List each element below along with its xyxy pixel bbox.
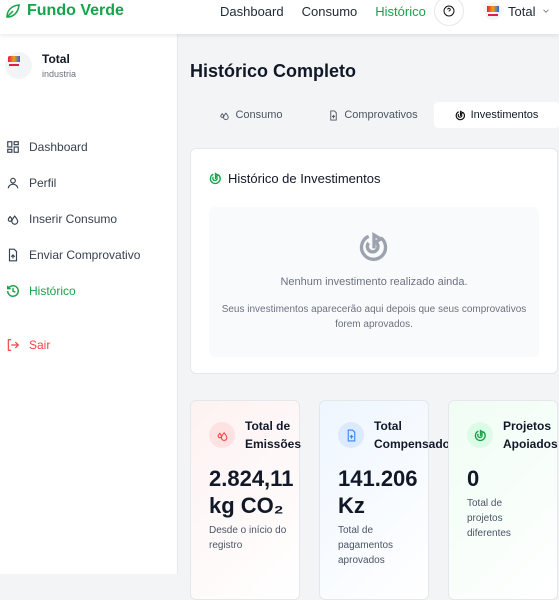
stat-value: 141.206 Kz <box>338 466 418 518</box>
sidebar-menu: Dashboard Perfil Inserir Consumo Enviar … <box>6 129 140 363</box>
target-arrow-icon <box>359 232 388 261</box>
chevron-down-icon <box>543 9 550 13</box>
stat-card-projects: Projetos Apoiados 0 Total de projetos di… <box>448 400 558 600</box>
user-menu[interactable]: Total <box>484 2 551 20</box>
empty-state: Nenhum investimento realizado ainda. Seu… <box>209 207 539 357</box>
empty-title: Nenhum investimento realizado ainda. <box>280 276 468 288</box>
company-name: Total <box>42 52 70 66</box>
file-upload-icon <box>347 429 355 441</box>
top-nav: Dashboard Consumo Histórico <box>220 4 426 19</box>
sidebar-item-label: Dashboard <box>29 140 88 154</box>
sidebar-item-historico[interactable]: Histórico <box>6 273 140 309</box>
logout-icon <box>7 339 20 351</box>
help-button[interactable] <box>434 0 464 26</box>
stat-title: Total Compensado <box>374 419 451 451</box>
stat-card-emissions: Total de Emissões 2.824,11 kg CO₂ Desde … <box>190 400 302 600</box>
file-upload-icon <box>8 248 18 262</box>
droplets-icon <box>7 215 19 225</box>
investments-card: Histórico de Investimentos Nenhum invest… <box>190 148 558 374</box>
company-type: industria <box>42 69 77 79</box>
nav-consumo[interactable]: Consumo <box>302 4 358 19</box>
sidebar-item-dashboard[interactable]: Dashboard <box>6 129 140 165</box>
brand-logo[interactable]: Fundo Verde <box>4 2 124 20</box>
stat-value: 0 <box>467 466 480 491</box>
history-icon <box>7 285 19 297</box>
top-header: Fundo Verde Dashboard Consumo Histórico … <box>0 0 559 34</box>
history-tabs: Consumo Comprovativos Investimentos <box>190 102 559 128</box>
brand-name: Fundo Verde <box>27 2 124 19</box>
user-avatar <box>484 2 502 20</box>
droplets-icon <box>217 431 227 441</box>
droplets-icon <box>220 111 230 120</box>
tab-comprovativos[interactable]: Comprovativos <box>312 102 434 128</box>
target-arrow-icon <box>455 109 465 120</box>
logout-label: Sair <box>29 338 51 352</box>
sidebar-item-inserir-consumo[interactable]: Inserir Consumo <box>6 201 140 237</box>
target-arrow-icon <box>209 172 221 185</box>
help-icon <box>443 5 455 17</box>
tab-consumo[interactable]: Consumo <box>190 102 312 128</box>
leaf-icon <box>6 4 20 18</box>
stat-subtitle: Total de projetos diferentes <box>467 498 511 539</box>
main-content: Histórico Completo Consumo Comprovativos… <box>178 34 559 600</box>
company-info: Total industria <box>5 52 76 79</box>
sidebar-item-label: Histórico <box>29 284 76 298</box>
tab-label: Consumo <box>235 109 283 121</box>
sidebar-item-label: Enviar Comprovativo <box>29 248 141 262</box>
nav-historico[interactable]: Histórico <box>375 4 426 19</box>
logout-button[interactable]: Sair <box>6 327 140 363</box>
tab-label: Investimentos <box>470 109 539 121</box>
stat-subtitle: Desde o início do registro <box>209 525 287 551</box>
sidebar: Total industria Dashboard Perfil Inserir… <box>0 34 178 574</box>
target-arrow-icon <box>474 428 486 441</box>
grid-icon <box>7 141 19 153</box>
card-title: Histórico de Investimentos <box>209 171 380 186</box>
sidebar-item-label: Perfil <box>29 176 57 190</box>
file-upload-icon <box>330 109 338 121</box>
tab-label: Comprovativos <box>344 109 418 121</box>
sidebar-item-enviar-comprovativo[interactable]: Enviar Comprovativo <box>6 237 140 273</box>
stat-title: Projetos Apoiados <box>503 419 558 451</box>
user-icon <box>7 177 19 189</box>
sidebar-item-label: Inserir Consumo <box>29 212 118 226</box>
nav-dashboard[interactable]: Dashboard <box>220 4 284 19</box>
stat-value: 2.824,11 kg CO₂ <box>209 466 294 518</box>
page-title: Histórico Completo <box>190 61 357 81</box>
sidebar-item-perfil[interactable]: Perfil <box>6 165 140 201</box>
user-name: Total <box>508 3 536 19</box>
stat-subtitle: Total de pagamentos aprovados <box>338 525 394 566</box>
empty-description: Seus investimentos aparecerão aqui depoi… <box>221 304 527 330</box>
company-avatar <box>5 52 32 79</box>
card-title-text: Histórico de Investimentos <box>228 171 381 186</box>
tab-investimentos[interactable]: Investimentos <box>434 102 559 128</box>
stat-title: Total de Emissões <box>245 419 302 451</box>
stat-card-compensated: Total Compensado 141.206 Kz Total de pag… <box>319 400 450 600</box>
